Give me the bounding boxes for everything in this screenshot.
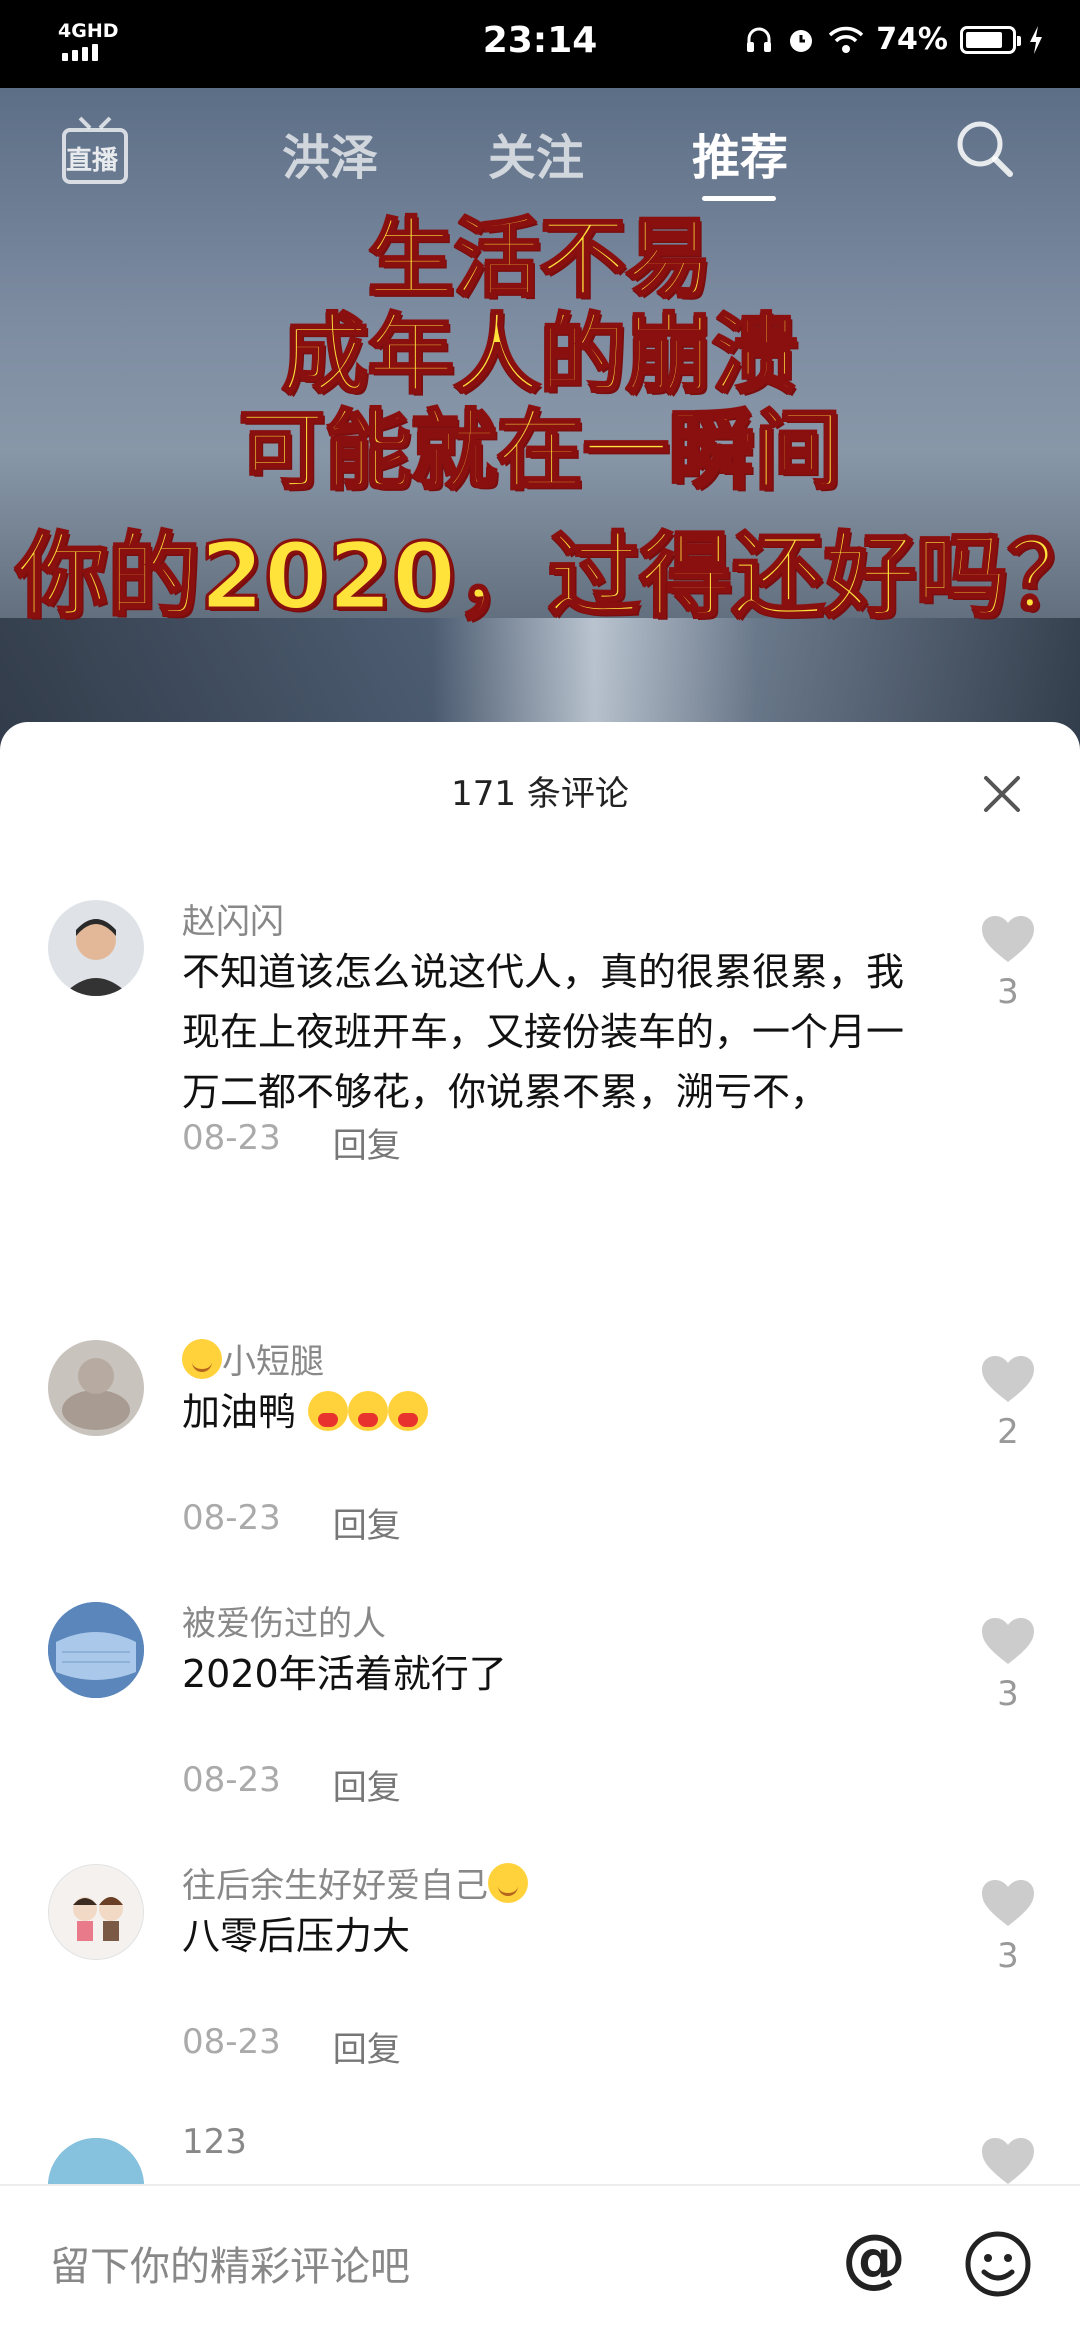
comment-meta: 08-23 回复: [182, 1498, 401, 1547]
tab-local[interactable]: 洪泽: [282, 118, 378, 188]
avatar[interactable]: [48, 1864, 144, 1960]
heart-icon: [982, 2138, 1034, 2184]
comment-input-bar[interactable]: 留下你的精彩评论吧 @: [0, 2184, 1080, 2340]
comment-text: 不知道该怎么说这代人，真的很累很累，我现在上夜班开车，又接份装车的，一个月一万二…: [182, 950, 905, 1114]
comment-author[interactable]: 赵闪闪: [182, 894, 284, 943]
like-count: 3: [997, 1674, 1019, 1714]
like-button[interactable]: [980, 2136, 1036, 2190]
comment-author[interactable]: 小短腿: [182, 1334, 324, 1383]
like-count: 3: [997, 1936, 1019, 1976]
overlay-line-3: 可能就在一瞬间: [238, 400, 843, 503]
comment-author[interactable]: 123: [182, 2122, 247, 2162]
like-button[interactable]: 2: [980, 1354, 1036, 1452]
comments-count-title: 171 条评论: [451, 774, 629, 814]
like-button[interactable]: 3: [980, 1616, 1036, 1714]
comment-text: 2020年活着就行了: [182, 1652, 507, 1696]
emoji-icon[interactable]: [964, 2230, 1032, 2298]
comment-author[interactable]: 被爱伤过的人: [182, 1596, 386, 1645]
live-label: 直播: [66, 146, 119, 176]
comment-text: 八零后压力大: [182, 1914, 411, 1958]
comment-date: 08-23: [182, 1498, 281, 1538]
avatar[interactable]: [48, 1340, 144, 1436]
heart-face-emoji-icon: [308, 1391, 349, 1431]
heart-face-emoji-icon: [348, 1391, 389, 1431]
video-player[interactable]: 直播 洪泽 关注 推荐 生活不易 成年人的崩溃 可能就在一瞬间 你的2020，过…: [0, 88, 1080, 748]
search-icon[interactable]: [952, 116, 1018, 182]
heart-icon: [982, 916, 1034, 962]
comment-author-name: 小短腿: [222, 1342, 324, 1382]
like-button[interactable]: 3: [980, 1878, 1036, 1976]
overlay-line-4: 你的2020，过得还好吗？: [15, 522, 1080, 632]
like-count: 2: [997, 1412, 1019, 1452]
heart-icon: [982, 1356, 1034, 1402]
heart-icon: [982, 1880, 1034, 1926]
comment-date: 08-23: [182, 1118, 281, 1158]
charging-icon: [1030, 25, 1042, 54]
headphones-icon: [747, 27, 772, 52]
comment-author[interactable]: 往后余生好好爱自己: [182, 1858, 528, 1907]
comment-text: 加油鸭: [182, 1382, 922, 1442]
live-icon[interactable]: 直播: [60, 116, 130, 188]
comment-date: 08-23: [182, 2022, 281, 2062]
comment-meta: 08-23 回复: [182, 1118, 401, 1167]
close-icon[interactable]: [982, 774, 1022, 814]
avatar[interactable]: [48, 900, 144, 996]
heart-face-emoji-icon: [388, 1391, 429, 1431]
smile-emoji-icon: [488, 1863, 528, 1903]
comment-input[interactable]: 留下你的精彩评论吧: [50, 2234, 410, 2292]
comment-author-name: 往后余生好好爱自己: [182, 1866, 488, 1906]
battery-icon: [960, 25, 1021, 54]
reply-button[interactable]: 回复: [333, 1498, 401, 1547]
comment-meta: 08-23 回复: [182, 2022, 401, 2071]
tab-following[interactable]: 关注: [488, 118, 584, 188]
battery-percent: 74%: [876, 22, 948, 57]
comments-sheet: 171 条评论 赵闪闪 不知道该怎么说这代人，真的很累很累，我现在上夜班开车，又…: [0, 722, 1080, 2340]
heart-icon: [982, 1618, 1034, 1664]
avatar[interactable]: [48, 1602, 144, 1698]
alarm-icon: [790, 29, 813, 52]
comment-meta: 08-23 回复: [182, 1760, 401, 1809]
smile-emoji-icon: [182, 1339, 222, 1379]
status-right: 74%: [744, 22, 1044, 57]
tab-recommend[interactable]: 推荐: [692, 118, 788, 188]
comment-text-content: 加油鸭: [182, 1390, 297, 1434]
reply-button[interactable]: 回复: [333, 2022, 401, 2071]
wifi-icon: [828, 26, 864, 53]
reply-button[interactable]: 回复: [333, 1760, 401, 1809]
at-mention-icon[interactable]: @: [842, 2222, 906, 2296]
like-count: 3: [997, 972, 1019, 1012]
reply-button[interactable]: 回复: [333, 1118, 401, 1167]
status-bar: 4GHD 23:14 74%: [0, 0, 1080, 88]
like-button[interactable]: 3: [980, 914, 1036, 1012]
comment-date: 08-23: [182, 1760, 281, 1800]
